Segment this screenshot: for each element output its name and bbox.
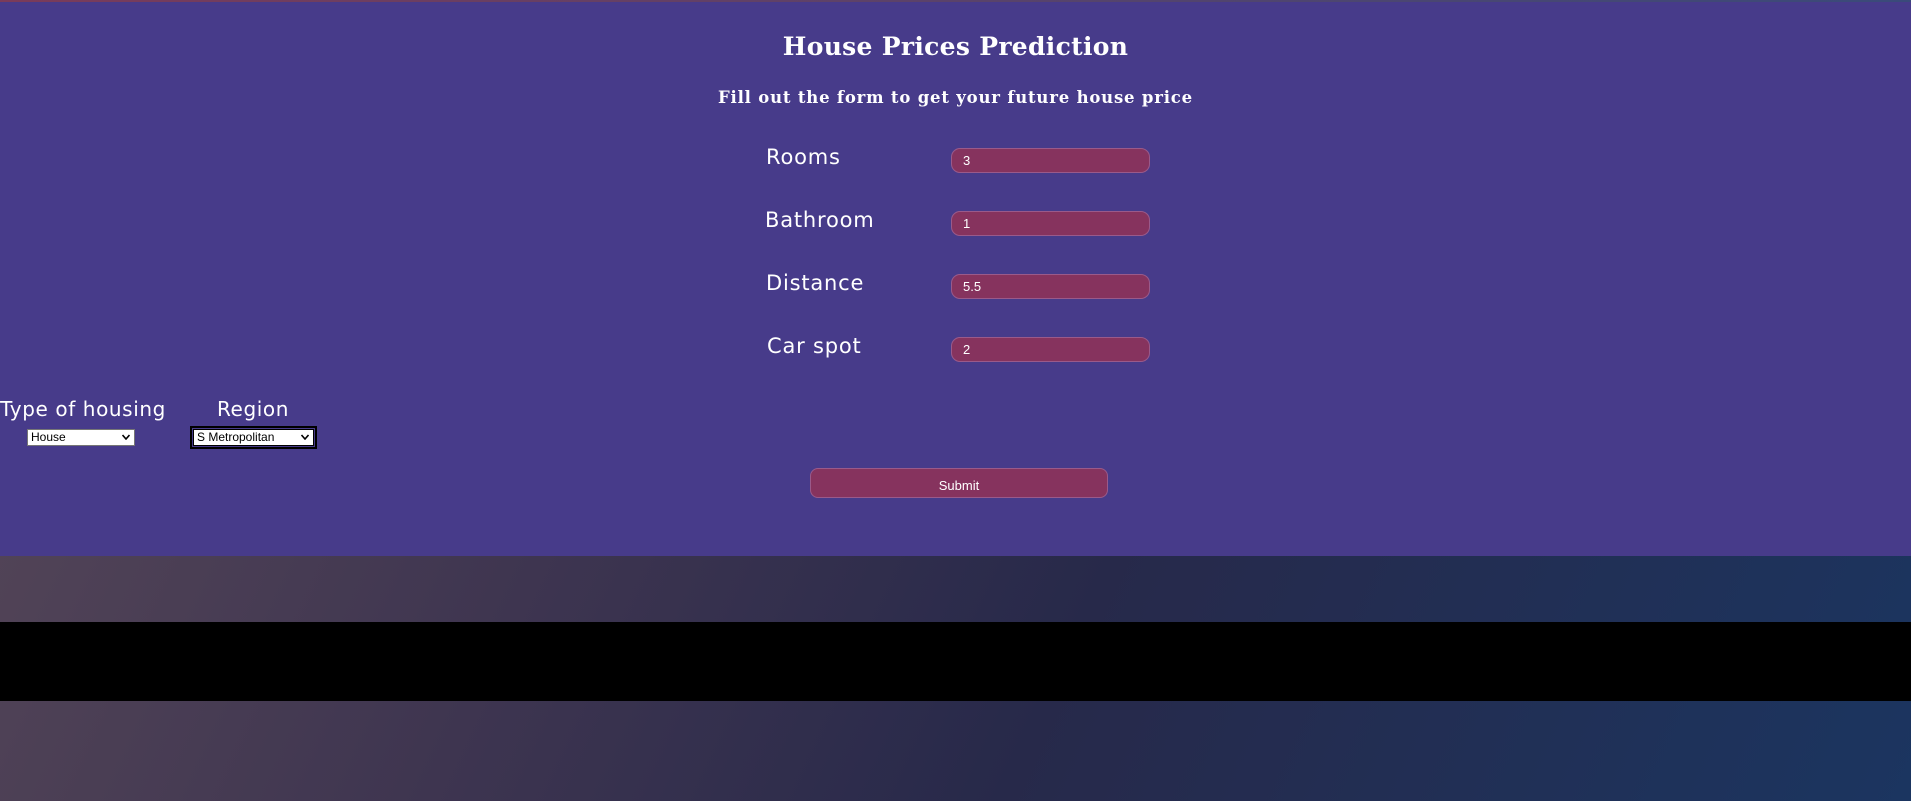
chevron-down-icon — [301, 434, 309, 440]
bathroom-input[interactable] — [951, 211, 1150, 236]
type-of-housing-label: Type of housing — [0, 397, 166, 421]
page-subtitle: Fill out the form to get your future hou… — [718, 88, 1193, 107]
page-title: House Prices Prediction — [782, 32, 1129, 61]
distance-label: Distance — [766, 271, 865, 295]
car-spot-input[interactable] — [951, 337, 1150, 362]
rooms-label: Rooms — [766, 145, 841, 169]
region-value: S Metropolitan — [197, 430, 275, 444]
bathroom-label: Bathroom — [765, 208, 875, 232]
submit-button[interactable]: Submit — [810, 468, 1108, 498]
black-band — [0, 622, 1911, 701]
rooms-input[interactable] — [951, 148, 1150, 173]
region-select[interactable]: S Metropolitan — [190, 426, 317, 449]
region-label: Region — [216, 397, 290, 421]
car-spot-label: Car spot — [767, 334, 862, 358]
type-of-housing-select[interactable]: House — [27, 429, 135, 446]
chevron-down-icon — [122, 434, 130, 440]
type-of-housing-value: House — [31, 430, 66, 444]
distance-input[interactable] — [951, 274, 1150, 299]
